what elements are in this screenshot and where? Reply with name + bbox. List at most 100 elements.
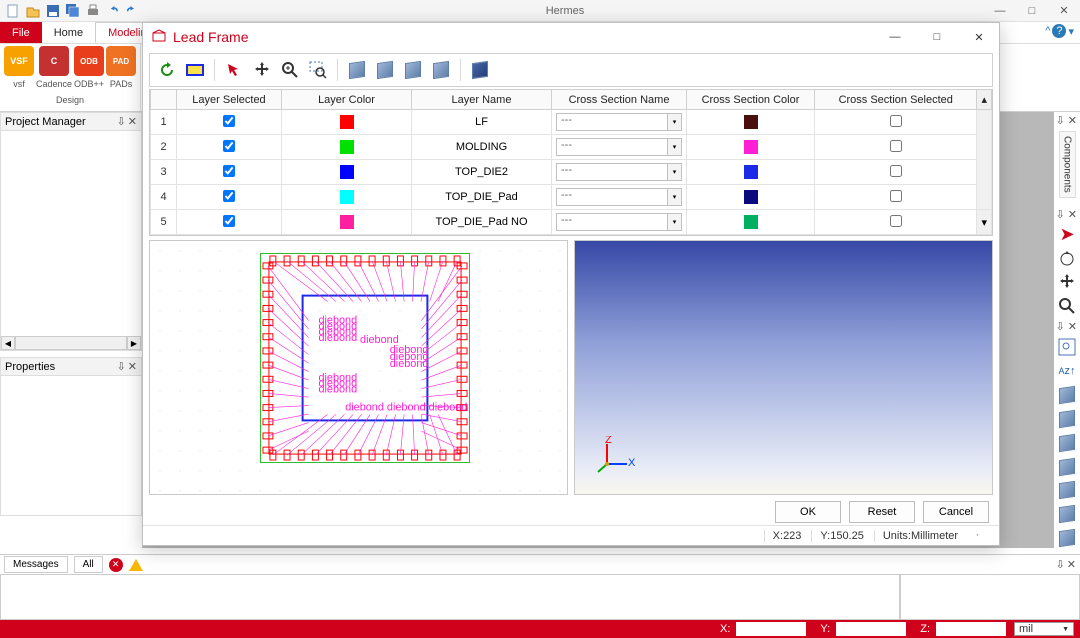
main-minimize-button[interactable]: —: [988, 5, 1012, 17]
new-icon[interactable]: [4, 2, 22, 20]
status-y-field[interactable]: [836, 622, 906, 636]
pointer-icon[interactable]: [223, 59, 245, 81]
status-z-field[interactable]: [936, 622, 1006, 636]
cross-section-color-swatch[interactable]: [744, 190, 758, 204]
pin-icon[interactable]: ⇩: [117, 360, 126, 373]
ribbon-btn-pads[interactable]: PAD PADs: [106, 46, 136, 89]
help-button[interactable]: ^ ? ▾: [1045, 24, 1074, 38]
cross-section-name-input[interactable]: ---: [556, 188, 668, 206]
cube3-icon[interactable]: [1057, 433, 1077, 453]
cross-section-dropdown[interactable]: ▾: [668, 113, 682, 131]
error-badge-icon[interactable]: ✕: [109, 558, 123, 572]
cube5-icon[interactable]: [1057, 480, 1077, 500]
saveall-icon[interactable]: [64, 2, 82, 20]
pin-icon[interactable]: ⇩: [1056, 320, 1065, 333]
iso2-icon[interactable]: [374, 59, 396, 81]
layer-color-swatch[interactable]: [340, 190, 354, 204]
close-icon[interactable]: ✕: [1067, 558, 1076, 571]
cross-section-selected-checkbox[interactable]: [890, 140, 902, 152]
col-cs-color[interactable]: Cross Section Color: [687, 90, 815, 110]
iso5-icon[interactable]: [469, 59, 491, 81]
cross-section-color-swatch[interactable]: [744, 115, 758, 129]
zoom-fit-icon[interactable]: [1057, 337, 1077, 357]
zoom-region-icon[interactable]: [307, 59, 329, 81]
move-icon[interactable]: [251, 59, 273, 81]
tab-file[interactable]: File: [0, 22, 42, 43]
save-icon[interactable]: [44, 2, 62, 20]
layer-color-swatch[interactable]: [340, 115, 354, 129]
cross-section-selected-checkbox[interactable]: [890, 115, 902, 127]
dialog-close-button[interactable]: ✕: [967, 31, 991, 44]
table-row[interactable]: 3TOP_DIE2---▾: [151, 160, 992, 185]
pin-icon[interactable]: ⇩: [1056, 114, 1065, 127]
cancel-button[interactable]: Cancel: [923, 501, 989, 523]
cross-section-name-input[interactable]: ---: [556, 113, 668, 131]
rectangle-icon[interactable]: [184, 59, 206, 81]
table-scrollbar[interactable]: [977, 185, 992, 210]
table-row[interactable]: 5TOP_DIE_Pad NO---▾▾: [151, 210, 992, 235]
messages-tab[interactable]: Messages: [4, 556, 68, 573]
cross-section-name-input[interactable]: ---: [556, 213, 668, 231]
dialog-maximize-button[interactable]: □: [925, 31, 949, 44]
cross-section-selected-checkbox[interactable]: [890, 215, 902, 227]
warning-badge-icon[interactable]: [129, 559, 143, 571]
tab-home[interactable]: Home: [42, 22, 95, 43]
zoom-icon[interactable]: [1057, 296, 1077, 316]
ribbon-btn-odb[interactable]: ODB ODB++: [74, 46, 104, 89]
scroll-track[interactable]: [15, 336, 127, 350]
undo-icon[interactable]: [104, 2, 122, 20]
cross-section-name-input[interactable]: ---: [556, 163, 668, 181]
reset-button[interactable]: Reset: [849, 501, 915, 523]
col-layer-name[interactable]: Layer Name: [412, 90, 552, 110]
properties-header[interactable]: Properties ⇩✕: [0, 357, 142, 376]
layer-color-swatch[interactable]: [340, 215, 354, 229]
layer-selected-checkbox[interactable]: [223, 190, 235, 202]
cross-section-dropdown[interactable]: ▾: [668, 163, 682, 181]
project-manager-header[interactable]: Project Manager ⇩✕: [0, 112, 142, 131]
axis-text-icon[interactable]: Az↑: [1057, 361, 1077, 381]
layer-selected-checkbox[interactable]: [223, 115, 235, 127]
view-3d[interactable]: Z X: [574, 240, 993, 495]
cross-section-color-swatch[interactable]: [744, 215, 758, 229]
table-scrollbar[interactable]: [977, 160, 992, 185]
col-cs-selected[interactable]: Cross Section Selected: [815, 90, 977, 110]
ok-button[interactable]: OK: [775, 501, 841, 523]
layer-color-swatch[interactable]: [340, 140, 354, 154]
ribbon-btn-vsf[interactable]: VSF vsf: [4, 46, 34, 89]
layer-selected-checkbox[interactable]: [223, 215, 235, 227]
col-cs-name[interactable]: Cross Section Name: [552, 90, 687, 110]
dialog-titlebar[interactable]: Lead Frame — □ ✕: [143, 23, 999, 51]
select-arrow-icon[interactable]: ➤: [1057, 225, 1077, 245]
iso1-icon[interactable]: [346, 59, 368, 81]
main-close-button[interactable]: ✕: [1052, 4, 1076, 17]
orbit-icon[interactable]: [1057, 249, 1077, 269]
cross-section-selected-checkbox[interactable]: [890, 165, 902, 177]
cross-section-name-input[interactable]: ---: [556, 138, 668, 156]
cube4-icon[interactable]: [1057, 457, 1077, 477]
print-icon[interactable]: [84, 2, 102, 20]
table-row[interactable]: 1LF---▾: [151, 110, 992, 135]
cross-section-dropdown[interactable]: ▾: [668, 213, 682, 231]
table-scrollbar[interactable]: [977, 110, 992, 135]
cross-section-dropdown[interactable]: ▾: [668, 188, 682, 206]
zoom-icon[interactable]: [279, 59, 301, 81]
table-row[interactable]: 4TOP_DIE_Pad---▾: [151, 185, 992, 210]
unit-combo[interactable]: mil▼: [1014, 622, 1074, 636]
pan-icon[interactable]: [1057, 273, 1077, 293]
cube1-icon[interactable]: [1057, 385, 1077, 405]
close-icon[interactable]: ✕: [1068, 208, 1077, 221]
dialog-minimize-button[interactable]: —: [883, 31, 907, 44]
view-2d[interactable]: diebonddiebonddiebonddiebond diebonddieb…: [149, 240, 568, 495]
close-icon[interactable]: ✕: [1068, 114, 1077, 127]
col-layer-selected[interactable]: Layer Selected: [177, 90, 282, 110]
all-tab[interactable]: All: [74, 556, 103, 573]
col-layer-color[interactable]: Layer Color: [282, 90, 412, 110]
close-icon[interactable]: ✕: [128, 360, 137, 373]
cube7-icon[interactable]: [1057, 528, 1077, 548]
pin-icon[interactable]: ⇩: [117, 115, 126, 128]
cross-section-color-swatch[interactable]: [744, 165, 758, 179]
status-x-field[interactable]: [736, 622, 806, 636]
layer-selected-checkbox[interactable]: [223, 140, 235, 152]
table-row[interactable]: 2MOLDING---▾: [151, 135, 992, 160]
redo-icon[interactable]: [124, 2, 142, 20]
